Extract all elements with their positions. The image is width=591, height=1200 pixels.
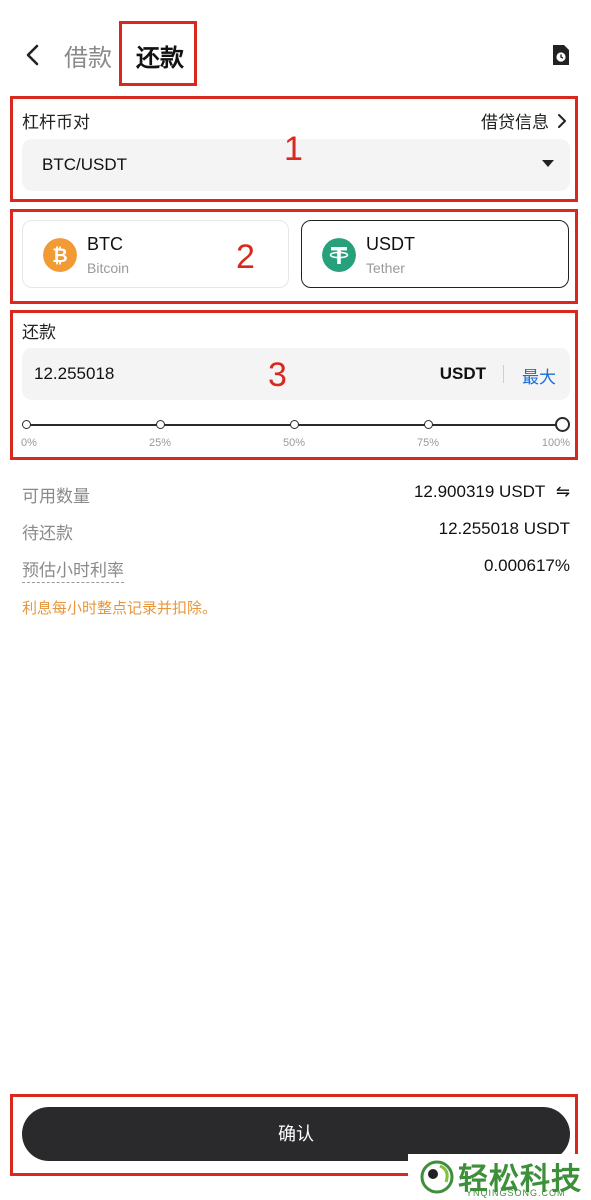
svg-text:₿: ₿ — [52, 245, 67, 267]
swap-icon[interactable]: ⇋ — [556, 482, 570, 501]
rate-row: 预估小时利率 0.000617% — [22, 556, 570, 583]
slider-tick-label: 75% — [416, 437, 440, 449]
chevron-left-icon[interactable] — [22, 42, 44, 68]
divider — [503, 365, 504, 383]
repay-label: 还款 — [22, 323, 56, 342]
caret-down-icon — [542, 160, 554, 167]
coin-fullname: Bitcoin — [87, 260, 130, 276]
tether-icon — [322, 238, 356, 272]
loan-info-label: 借贷信息 — [481, 113, 549, 132]
slider-thumb[interactable] — [554, 417, 570, 432]
pair-label: 杠杆币对 — [22, 113, 90, 132]
confirm-button[interactable]: 确认 — [22, 1107, 570, 1161]
annotation-number-2: 2 — [236, 238, 255, 276]
bitcoin-icon: ₿ — [43, 238, 77, 272]
watermark-logo-icon — [420, 1160, 454, 1194]
slider-stop[interactable] — [155, 420, 165, 429]
percent-slider[interactable] — [21, 416, 570, 436]
available-value-wrap: 12.900319 USDT ⇋ — [414, 482, 570, 502]
annotation-number-1: 1 — [284, 130, 303, 168]
amount-box: USDT 最大 — [22, 348, 570, 400]
annotation-number-3: 3 — [268, 356, 287, 394]
available-row: 可用数量 12.900319 USDT ⇋ — [22, 482, 570, 506]
pending-row: 待还款 12.255018 USDT — [22, 519, 570, 543]
coin-symbol: USDT — [366, 234, 415, 254]
slider-stop[interactable] — [21, 420, 31, 429]
watermark-subtext: YNQINGSONG.COM — [466, 1188, 566, 1198]
slider-stop[interactable] — [423, 420, 433, 429]
loan-info-link[interactable]: 借贷信息 — [481, 108, 567, 133]
interest-notice: 利息每小时整点记录并扣除。 — [22, 600, 218, 617]
available-value: 12.900319 USDT — [413, 482, 546, 501]
coin-card-usdt[interactable]: USDT Tether — [301, 220, 569, 288]
rate-label[interactable]: 预估小时利率 — [22, 556, 124, 583]
coin-symbol: BTC — [87, 234, 123, 254]
repay-amount-input[interactable] — [34, 348, 334, 400]
pending-label: 待还款 — [22, 524, 73, 543]
pair-value: BTC/USDT — [42, 155, 127, 174]
available-label: 可用数量 — [22, 487, 90, 506]
slider-tick-label: 25% — [148, 437, 172, 449]
tab-repay[interactable]: 还款 — [136, 38, 184, 73]
chevron-right-icon — [558, 113, 566, 128]
slider-tick-label: 50% — [282, 437, 306, 449]
slider-tick-label: 0% — [21, 437, 37, 449]
coin-fullname: Tether — [366, 260, 405, 276]
max-button[interactable]: 最大 — [522, 363, 556, 388]
slider-stop[interactable] — [289, 420, 299, 429]
slider-tick-label: 100% — [541, 437, 570, 449]
watermark: 轻松科技 YNQINGSONG.COM — [408, 1154, 591, 1200]
pending-value: 12.255018 USDT — [438, 519, 570, 538]
clock-document-icon[interactable] — [550, 43, 572, 67]
header: 借款 还款 — [0, 0, 591, 100]
rate-value: 0.000617% — [483, 556, 570, 575]
unit-label: USDT — [439, 364, 486, 383]
tab-borrow[interactable]: 借款 — [64, 38, 112, 73]
